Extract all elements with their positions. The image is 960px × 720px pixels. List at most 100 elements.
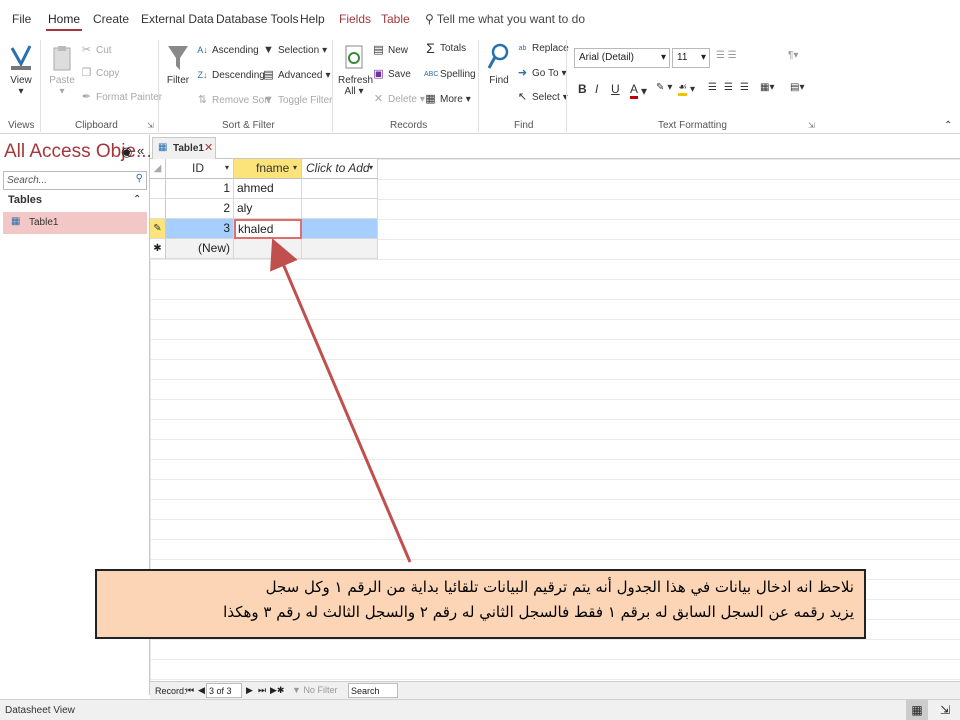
highlight-color-button[interactable]: ✎ ▾ — [656, 82, 672, 93]
align-center-icon[interactable]: ☰ — [724, 82, 733, 93]
column-header-click-to-add[interactable]: Click to Add ▾ — [302, 159, 378, 179]
tab-home[interactable]: Home — [45, 12, 83, 31]
view-button[interactable]: View ▾ — [8, 44, 34, 97]
cell-empty[interactable] — [302, 239, 378, 259]
refresh-all-button[interactable]: Refresh All ▾ — [338, 44, 373, 97]
font-size-select[interactable]: 11 ▾ — [672, 48, 710, 68]
row-selector-new[interactable]: ✱ — [150, 239, 166, 259]
collapse-pane-icon[interactable]: « — [137, 143, 144, 158]
record-position-input[interactable]: 3 of 3 — [206, 683, 242, 698]
spelling-button[interactable]: ABC Spelling — [424, 68, 476, 81]
table-icon: ▦ — [158, 142, 168, 153]
cell-empty[interactable] — [234, 239, 302, 259]
bold-button[interactable]: B — [578, 82, 587, 96]
dialog-launcher-icon[interactable]: ⇲ — [147, 121, 154, 130]
cell-fname[interactable]: ahmed — [234, 179, 302, 199]
nav-menu-icon[interactable]: ◉ — [121, 144, 132, 160]
close-icon[interactable]: ✕ — [204, 141, 213, 154]
filter-button[interactable]: Filter — [164, 42, 192, 86]
align-right-icon[interactable]: ☰ — [740, 82, 749, 93]
more-button[interactable]: ▦ More ▾ — [424, 93, 471, 106]
collapse-section-icon[interactable]: ⌃ — [133, 194, 141, 205]
cell-new-id[interactable]: (New) — [166, 239, 234, 259]
select-all-corner[interactable]: ◢ — [150, 159, 166, 179]
cell-empty[interactable] — [302, 199, 378, 219]
cut-button[interactable]: ✂ Cut — [80, 44, 112, 57]
nav-item-label: Table1 — [29, 217, 59, 228]
header-label: Click to Add — [306, 161, 370, 175]
no-filter-indicator[interactable]: ▼ No Filter — [292, 685, 337, 695]
tab-table1[interactable]: ▦ Table1 ✕ — [152, 137, 216, 159]
tell-me-box[interactable]: ⚲ Tell me what you want to do — [425, 12, 585, 26]
delete-record-button[interactable]: ✕ Delete ▾ — [372, 93, 425, 106]
underline-button[interactable]: U — [611, 82, 620, 96]
ribbon: View ▾ Views Paste ▾ ✂ Cut ❐ Copy ✒ Format … — [0, 36, 960, 134]
toggle-filter-button[interactable]: ▼ Toggle Filter — [262, 94, 332, 107]
nav-item-table1[interactable]: ▦ Table1 — [3, 212, 147, 234]
previous-record-icon[interactable]: ◀ — [198, 685, 205, 696]
last-record-icon[interactable]: ⏭ — [258, 685, 266, 696]
tab-create[interactable]: Create — [93, 12, 129, 26]
cell-empty[interactable] — [302, 179, 378, 199]
select-button[interactable]: ↖Select▾ — [516, 91, 568, 104]
cell-id[interactable]: 1 — [166, 179, 234, 199]
gridlines-icon[interactable]: ▦▾ — [760, 82, 774, 93]
chevron-down-icon: ▾ — [667, 82, 673, 93]
alternate-row-color-icon[interactable]: ▤▾ — [790, 82, 804, 93]
tab-help[interactable]: Help — [300, 12, 325, 26]
dialog-launcher-icon[interactable]: ⇲ — [808, 121, 815, 130]
tab-table[interactable]: Table — [381, 12, 410, 26]
tab-fields[interactable]: Fields — [339, 12, 371, 26]
fill-color-button[interactable]: ☙ ▾ — [678, 82, 695, 96]
nav-section-tables[interactable]: Tables — [8, 194, 42, 206]
group-label-views: Views — [8, 120, 35, 131]
rtl-paragraph-icon[interactable]: ¶▾ — [788, 50, 798, 61]
chevron-down-icon[interactable]: ▾ — [369, 163, 373, 172]
column-header-fname[interactable]: fname ▾ — [234, 159, 302, 179]
spelling-check-icon: ABC — [424, 71, 439, 78]
remove-sort-button[interactable]: ⇅ Remove Sort — [196, 94, 270, 107]
first-record-icon[interactable]: ⏮ — [186, 685, 194, 696]
italic-button[interactable]: I — [595, 82, 598, 96]
replace-button[interactable]: ab Replace — [516, 42, 569, 55]
datasheet-view-icon[interactable]: ▦ — [906, 700, 928, 720]
cell-id[interactable]: 3 — [166, 219, 234, 239]
record-search-input[interactable]: Search — [348, 683, 398, 698]
chevron-down-icon[interactable]: ▾ — [293, 163, 297, 172]
collapse-ribbon-icon[interactable]: ⌃ — [944, 120, 952, 131]
new-record-button[interactable]: ▤ New — [372, 44, 408, 57]
save-record-button[interactable]: ▣ Save — [372, 68, 411, 81]
chevron-down-icon: ▾ — [465, 94, 471, 105]
more-label: More — [440, 94, 463, 105]
row-selector-editing[interactable]: ✎ — [150, 219, 166, 239]
new-record-icon[interactable]: ▶✱ — [270, 685, 284, 696]
cell-fname-editing[interactable]: khaled — [234, 219, 302, 239]
paste-button[interactable]: Paste ▾ — [48, 44, 76, 97]
font-color-button[interactable]: A ▾ — [630, 82, 647, 99]
cell-fname[interactable]: aly — [234, 199, 302, 219]
list-bullets-icon[interactable]: ☰ ☰ — [716, 50, 737, 61]
format-painter-button[interactable]: ✒ Format Painter — [80, 91, 162, 104]
advanced-button[interactable]: ▤ Advanced ▾ — [262, 69, 330, 82]
sort-ascending-button[interactable]: A↓ Ascending — [196, 44, 258, 57]
row-selector[interactable] — [150, 199, 166, 219]
sort-descending-button[interactable]: Z↓ Descending — [196, 69, 265, 82]
cell-id[interactable]: 2 — [166, 199, 234, 219]
tab-database-tools[interactable]: Database Tools — [216, 12, 299, 26]
nav-search-input[interactable]: Search... ⚲ — [3, 171, 147, 190]
design-view-icon[interactable]: ⇲ — [934, 700, 956, 720]
cell-empty[interactable] — [302, 219, 378, 239]
font-name-select[interactable]: Arial (Detail) ▾ — [574, 48, 670, 68]
row-selector[interactable] — [150, 179, 166, 199]
totals-button[interactable]: Σ Totals — [424, 41, 466, 55]
tab-external-data[interactable]: External Data — [141, 12, 214, 26]
find-button[interactable]: Find — [486, 42, 512, 86]
chevron-down-icon[interactable]: ▾ — [225, 163, 229, 172]
selection-button[interactable]: ▼ Selection ▾ — [262, 44, 327, 57]
tab-file[interactable]: File — [12, 12, 31, 26]
next-record-icon[interactable]: ▶ — [246, 685, 253, 696]
goto-button[interactable]: ➜ Go To ▾ — [516, 67, 567, 80]
align-left-icon[interactable]: ☰ — [708, 82, 717, 93]
copy-button[interactable]: ❐ Copy — [80, 67, 120, 80]
column-header-id[interactable]: ID ▾ — [166, 159, 234, 179]
